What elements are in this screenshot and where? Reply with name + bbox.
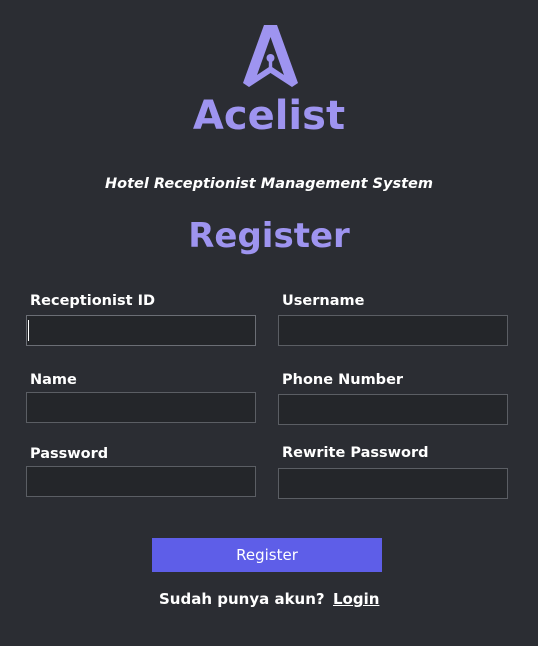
receptionist-id-label: Receptionist ID (30, 293, 156, 309)
name-label: Name (30, 372, 77, 388)
username-field[interactable] (278, 315, 508, 346)
brand-name: Acelist (192, 93, 346, 139)
acelist-logo-icon (243, 25, 298, 87)
name-field[interactable] (26, 392, 256, 423)
login-link[interactable]: Login (333, 589, 379, 609)
password-field[interactable] (26, 466, 256, 497)
phone-number-label: Phone Number (282, 372, 404, 388)
rewrite-password-field[interactable] (278, 468, 508, 499)
receptionist-id-field[interactable] (26, 315, 256, 346)
app-subtitle: Hotel Receptionist Management System (105, 176, 433, 192)
phone-number-field[interactable] (278, 394, 508, 425)
rewrite-password-label: Rewrite Password (282, 445, 429, 461)
username-label: Username (282, 293, 365, 309)
have-account-prompt: Sudah punya akun? (159, 590, 325, 608)
page-title: Register (188, 216, 350, 256)
text-caret (28, 320, 29, 341)
password-label: Password (30, 446, 109, 462)
register-button[interactable]: Register (152, 538, 382, 572)
